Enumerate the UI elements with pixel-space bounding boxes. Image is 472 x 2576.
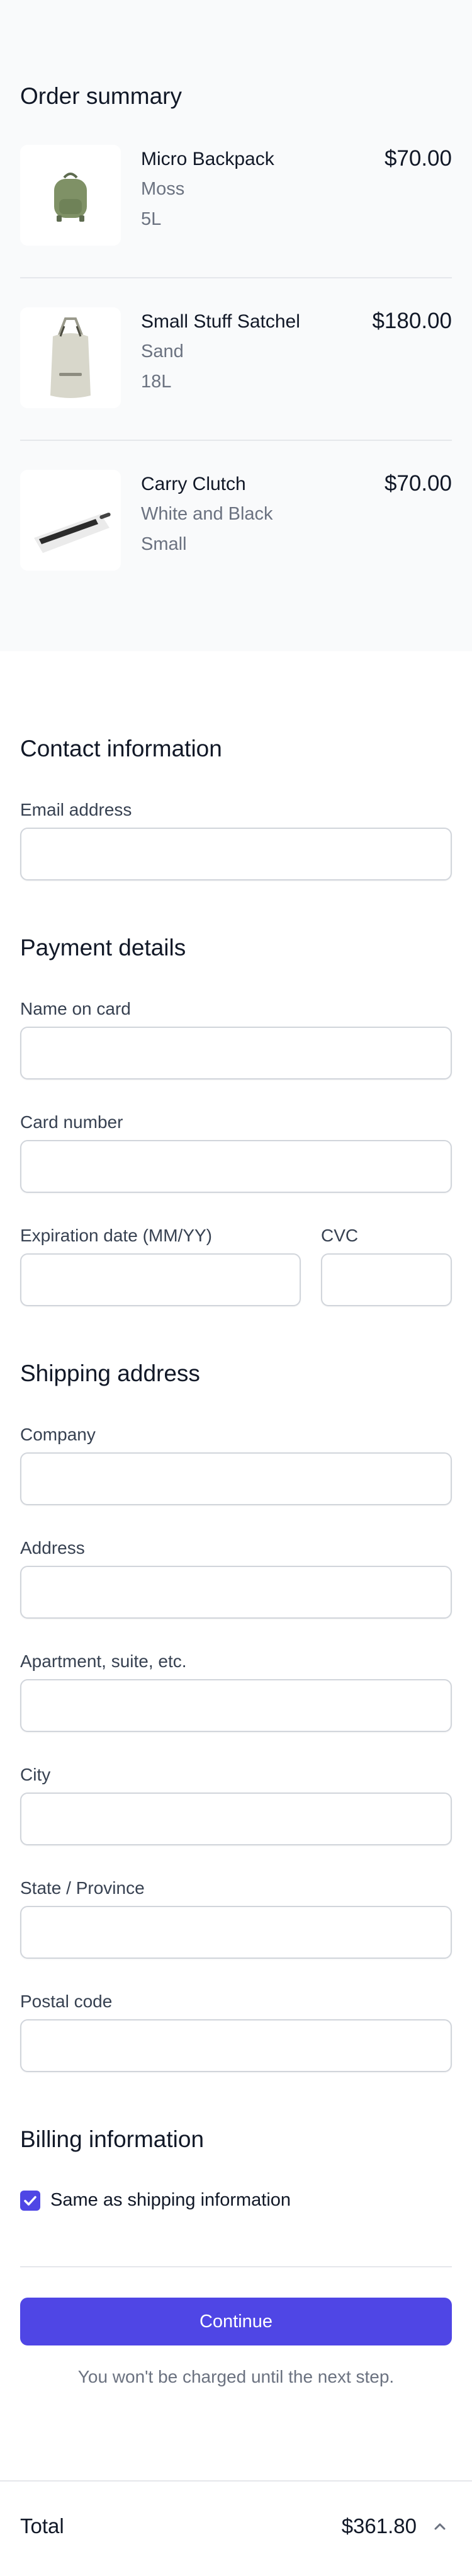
chevron-up-icon[interactable] bbox=[430, 2517, 449, 2536]
charge-note: You won't be charged until the next step… bbox=[77, 2367, 395, 2386]
product-item: Small Stuff Satchel Sand 18L $180.00 bbox=[20, 307, 452, 408]
address-label: Address bbox=[20, 1538, 85, 1558]
address-field[interactable] bbox=[20, 1566, 452, 1619]
product-size: 18L bbox=[141, 372, 172, 392]
product-name: Micro Backpack bbox=[141, 149, 274, 169]
billing-information-title: Billing information bbox=[20, 2126, 205, 2152]
section-divider bbox=[20, 2266, 452, 2267]
email-label: Email address bbox=[20, 800, 132, 819]
same-as-shipping-label[interactable]: Same as shipping information bbox=[50, 2190, 291, 2211]
city-field[interactable] bbox=[20, 1792, 452, 1845]
product-name: Carry Clutch bbox=[141, 474, 246, 494]
apartment-field[interactable] bbox=[20, 1679, 452, 1732]
product-price: $70.00 bbox=[384, 471, 452, 496]
product-item: Micro Backpack Moss 5L $70.00 bbox=[20, 145, 452, 246]
product-name: Small Stuff Satchel bbox=[141, 311, 300, 332]
expiration-date-label: Expiration date (MM/YY) bbox=[20, 1226, 212, 1245]
product-size: 5L bbox=[141, 209, 162, 229]
product-price: $180.00 bbox=[372, 309, 452, 333]
clutch-image bbox=[20, 470, 121, 571]
state-province-field[interactable] bbox=[20, 1906, 452, 1959]
product-divider bbox=[20, 440, 452, 441]
expiration-date-field[interactable] bbox=[20, 1253, 301, 1306]
city-label: City bbox=[20, 1765, 51, 1784]
cvc-field[interactable] bbox=[321, 1253, 452, 1306]
product-color: Moss bbox=[141, 179, 185, 199]
state-province-label: State / Province bbox=[20, 1878, 145, 1898]
name-on-card-field[interactable] bbox=[20, 1027, 452, 1080]
order-total-bar[interactable]: Total $361.80 bbox=[0, 2480, 472, 2576]
continue-button[interactable]: Continue bbox=[20, 2298, 452, 2345]
company-field[interactable] bbox=[20, 1452, 452, 1505]
product-color: Sand bbox=[141, 341, 184, 362]
satchel-image bbox=[20, 307, 121, 408]
postal-code-label: Postal code bbox=[20, 1992, 113, 2011]
card-number-label: Card number bbox=[20, 1112, 123, 1132]
apartment-label: Apartment, suite, etc. bbox=[20, 1651, 187, 1671]
total-value: $361.80 bbox=[341, 2514, 417, 2538]
backpack-image bbox=[20, 145, 121, 246]
email-field[interactable] bbox=[20, 828, 452, 881]
company-label: Company bbox=[20, 1425, 96, 1444]
total-label: Total bbox=[20, 2514, 64, 2538]
checkmark-icon bbox=[24, 2196, 37, 2206]
cvc-label: CVC bbox=[321, 1226, 359, 1245]
same-as-shipping-checkbox[interactable] bbox=[20, 2191, 40, 2211]
postal-code-field[interactable] bbox=[20, 2019, 452, 2072]
product-size: Small bbox=[141, 534, 187, 554]
product-item: Carry Clutch White and Black Small $70.0… bbox=[20, 470, 452, 571]
name-on-card-label: Name on card bbox=[20, 999, 131, 1018]
order-summary-title: Order summary bbox=[20, 83, 182, 109]
product-divider bbox=[20, 277, 452, 278]
shipping-address-title: Shipping address bbox=[20, 1360, 200, 1386]
contact-information-title: Contact information bbox=[20, 736, 222, 761]
order-summary-panel: Order summary Micro Backpack Moss 5L $70… bbox=[0, 0, 472, 651]
payment-details-title: Payment details bbox=[20, 935, 186, 960]
product-color: White and Black bbox=[141, 504, 273, 524]
product-price: $70.00 bbox=[384, 146, 452, 171]
card-number-field[interactable] bbox=[20, 1140, 452, 1193]
